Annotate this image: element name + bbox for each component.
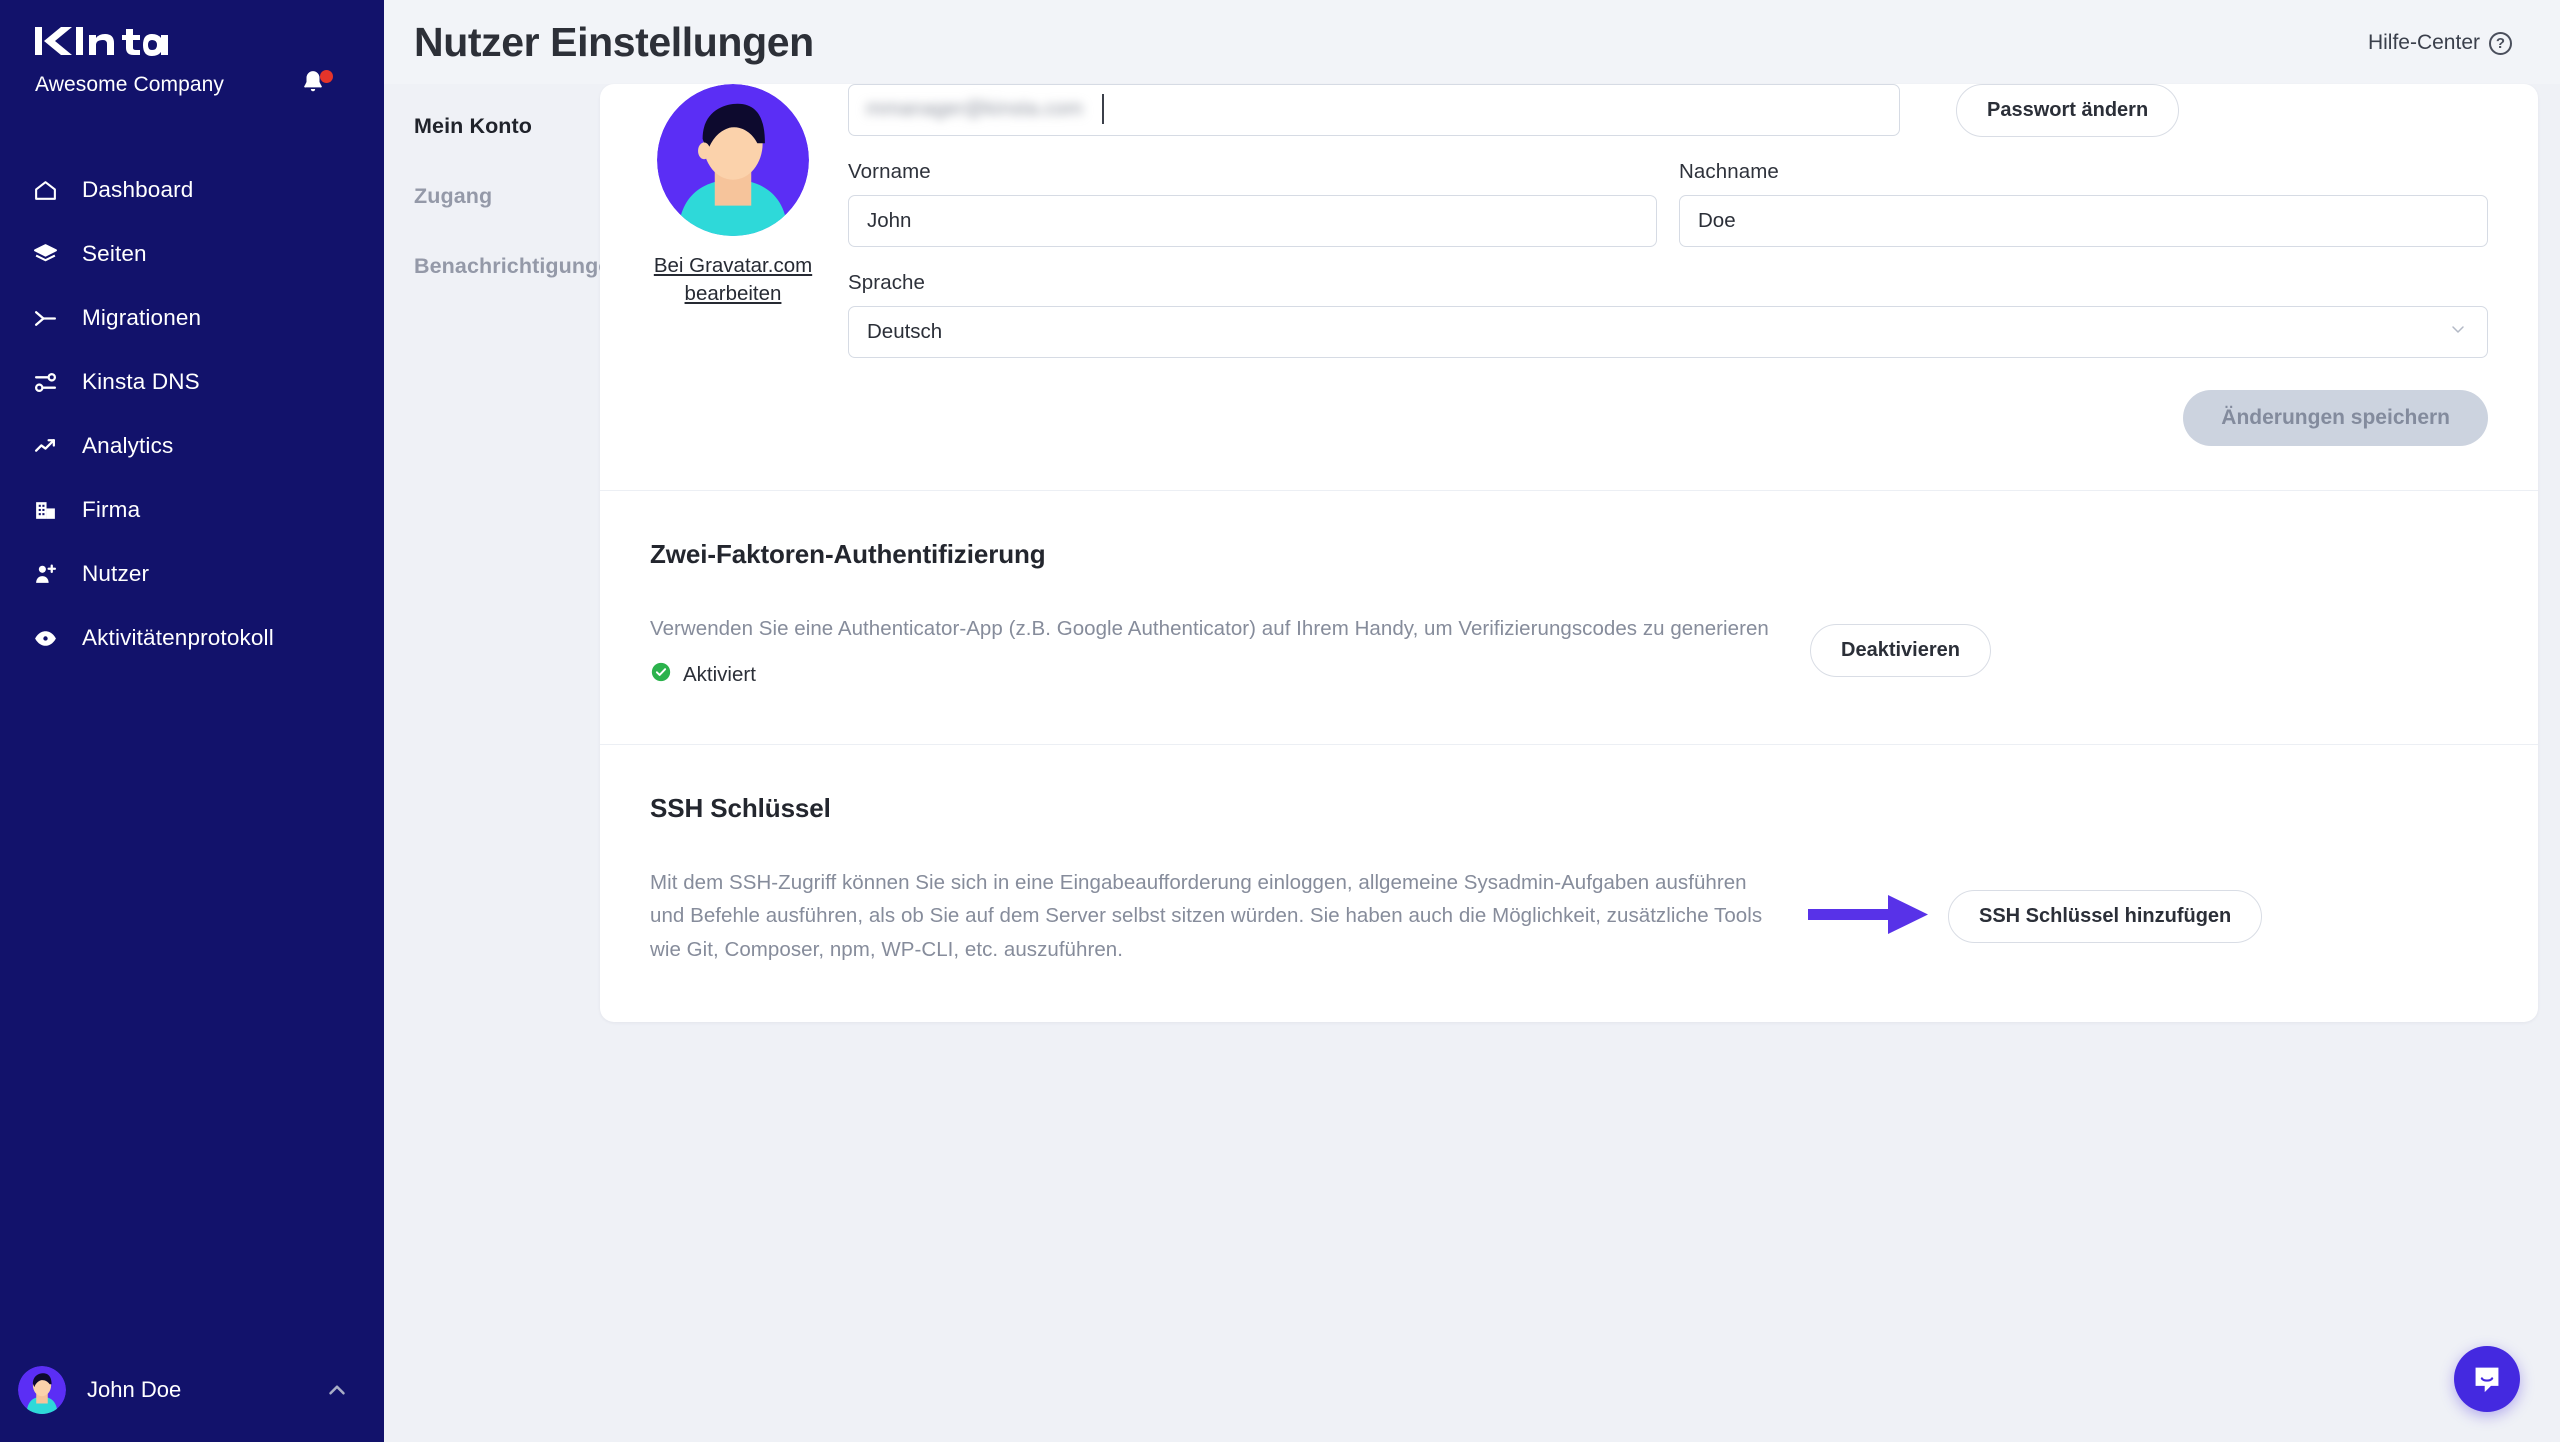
company-row: Awesome Company bbox=[0, 56, 384, 102]
intercom-chat-icon bbox=[2475, 1367, 2499, 1393]
avatar-column: Bei Gravatar.com bearbeiten bbox=[638, 84, 828, 446]
user-avatar-illustration bbox=[657, 84, 809, 236]
notifications-button[interactable] bbox=[300, 68, 334, 102]
notification-badge-dot bbox=[320, 70, 333, 83]
two-factor-section: Zwei-Faktoren-Authentifizierung Verwende… bbox=[600, 491, 2538, 744]
save-row: Änderungen speichern bbox=[848, 382, 2488, 446]
ssh-section: SSH Schlüssel Mit dem SSH-Zugriff können… bbox=[600, 745, 2538, 1022]
sidebar-item-label: Firma bbox=[82, 497, 141, 522]
building-icon bbox=[30, 495, 60, 525]
sidebar-item-kinsta-dns[interactable]: Kinsta DNS bbox=[0, 350, 384, 414]
email-field-wrapper: mmanager@kinsta.com bbox=[848, 84, 1900, 136]
two-factor-text: Verwenden Sie eine Authenticator-App (z.… bbox=[650, 612, 1780, 688]
purple-arrow-right-icon bbox=[1808, 891, 1930, 942]
sidebar-item-migrationen[interactable]: Migrationen bbox=[0, 286, 384, 350]
sidebar-item-label: Analytics bbox=[82, 433, 174, 458]
status-badge: Aktiviert bbox=[683, 662, 756, 686]
sidebar-item-label: Nutzer bbox=[82, 561, 150, 586]
gravatar-edit-link[interactable]: Bei Gravatar.com bearbeiten bbox=[638, 252, 828, 309]
company-name: Awesome Company bbox=[35, 73, 225, 96]
sidebar-item-seiten[interactable]: Seiten bbox=[0, 222, 384, 286]
brand-logo[interactable] bbox=[0, 0, 384, 56]
dns-nodes-icon bbox=[30, 367, 60, 397]
avatar bbox=[18, 1366, 66, 1414]
account-fields: mmanager@kinsta.com Passwort ändern Vorn… bbox=[828, 84, 2488, 446]
two-factor-title: Zwei-Faktoren-Authentifizierung bbox=[650, 539, 1046, 569]
settings-subnav: Mein Konto Zugang Benachrichtigungen bbox=[414, 84, 624, 1022]
check-circle-icon bbox=[650, 661, 672, 688]
ssh-body: Mit dem SSH-Zugriff können Sie sich in e… bbox=[650, 866, 2488, 966]
main-navigation: Dashboard Seiten Migrationen Kinsta DNS … bbox=[0, 158, 384, 670]
user-plus-icon bbox=[30, 559, 60, 589]
two-factor-description: Verwenden Sie eine Authenticator-App (z.… bbox=[650, 617, 1769, 640]
tab-zugang[interactable]: Zugang bbox=[414, 184, 600, 254]
ssh-title: SSH Schlüssel bbox=[650, 793, 831, 824]
user-avatar-illustration bbox=[18, 1366, 66, 1414]
sidebar-item-label: Dashboard bbox=[82, 177, 194, 202]
deactivate-button[interactable]: Deaktivieren bbox=[1810, 623, 1991, 677]
tab-benachrichtigungen[interactable]: Benachrichtigungen bbox=[414, 254, 624, 324]
topbar: Nutzer Einstellungen Hilfe-Center ? bbox=[384, 0, 2560, 84]
main-content: Nutzer Einstellungen Hilfe-Center ? Mein… bbox=[384, 0, 2560, 1442]
last-name-input[interactable] bbox=[1679, 195, 2488, 247]
page-title: Nutzer Einstellungen bbox=[414, 18, 814, 65]
tab-mein-konto[interactable]: Mein Konto bbox=[414, 114, 600, 184]
help-center-label: Hilfe-Center bbox=[2367, 31, 2480, 54]
settings-content: Bei Gravatar.com bearbeiten mmanager@kin… bbox=[600, 84, 2560, 1022]
sidebar-user-menu[interactable]: John Doe bbox=[0, 1338, 384, 1442]
layers-icon bbox=[30, 239, 60, 269]
sidebar-item-dashboard[interactable]: Dashboard bbox=[0, 158, 384, 222]
settings-card: Bei Gravatar.com bearbeiten mmanager@kin… bbox=[600, 84, 2538, 1022]
kinsta-logo-icon bbox=[35, 27, 168, 56]
trend-up-icon bbox=[30, 431, 60, 461]
chevron-up-icon[interactable] bbox=[324, 1377, 350, 1403]
email-row: mmanager@kinsta.com Passwort ändern bbox=[848, 84, 2488, 160]
language-select-wrapper bbox=[848, 306, 2488, 358]
last-name-label: Nachname bbox=[1679, 160, 1779, 183]
sidebar-item-analytics[interactable]: Analytics bbox=[0, 414, 384, 478]
change-password-button[interactable]: Passwort ändern bbox=[1956, 84, 2180, 137]
ssh-description: Mit dem SSH-Zugriff können Sie sich in e… bbox=[650, 871, 1763, 961]
save-changes-button[interactable]: Änderungen speichern bbox=[2183, 390, 2488, 446]
sidebar-item-firma[interactable]: Firma bbox=[0, 478, 384, 542]
text-caret bbox=[1102, 94, 1104, 124]
sidebar-item-aktivitaetenprotokoll[interactable]: Aktivitätenprotokoll bbox=[0, 606, 384, 670]
add-ssh-key-button[interactable]: SSH Schlüssel hinzufügen bbox=[1948, 889, 2263, 943]
two-factor-action: Deaktivieren bbox=[1810, 623, 1991, 677]
sidebar-item-label: Kinsta DNS bbox=[82, 369, 200, 394]
sidebar-item-label: Migrationen bbox=[82, 305, 202, 330]
ssh-text: Mit dem SSH-Zugriff können Sie sich in e… bbox=[650, 866, 1780, 966]
language-label: Sprache bbox=[848, 271, 926, 294]
chat-launcher-button[interactable] bbox=[2454, 1346, 2520, 1412]
sidebar-item-nutzer[interactable]: Nutzer bbox=[0, 542, 384, 606]
body-row: Mein Konto Zugang Benachrichtigungen Bei… bbox=[384, 84, 2560, 1022]
sidebar: Awesome Company Dashboard Seiten Migrati… bbox=[0, 0, 384, 1442]
language-select[interactable] bbox=[848, 306, 2488, 358]
migration-icon bbox=[30, 303, 60, 333]
sidebar-item-label: Seiten bbox=[82, 241, 147, 266]
ssh-action: SSH Schlüssel hinzufügen bbox=[1948, 889, 2263, 943]
name-fields-row: Vorname Nachname bbox=[848, 160, 2488, 271]
two-factor-body: Verwenden Sie eine Authenticator-App (z.… bbox=[650, 612, 2488, 688]
email-redacted-value: mmanager@kinsta.com bbox=[866, 97, 1083, 120]
avatar bbox=[657, 84, 809, 236]
app-root: Awesome Company Dashboard Seiten Migrati… bbox=[0, 0, 2560, 1442]
sidebar-item-label: Aktivitätenprotokoll bbox=[82, 625, 274, 650]
home-icon bbox=[30, 175, 60, 205]
language-group: Sprache bbox=[848, 271, 2488, 358]
question-circle-icon: ? bbox=[2489, 31, 2512, 55]
eye-icon bbox=[30, 623, 60, 653]
two-factor-status: Aktiviert bbox=[650, 661, 1780, 688]
help-center-link[interactable]: Hilfe-Center ? bbox=[2368, 31, 2512, 55]
first-name-input[interactable] bbox=[848, 195, 1657, 247]
last-name-group: Nachname bbox=[1679, 160, 2488, 247]
first-name-group: Vorname bbox=[848, 160, 1657, 247]
sidebar-user-name: John Doe bbox=[87, 1377, 182, 1402]
account-section: Bei Gravatar.com bearbeiten mmanager@kin… bbox=[600, 84, 2538, 490]
first-name-label: Vorname bbox=[848, 160, 931, 183]
